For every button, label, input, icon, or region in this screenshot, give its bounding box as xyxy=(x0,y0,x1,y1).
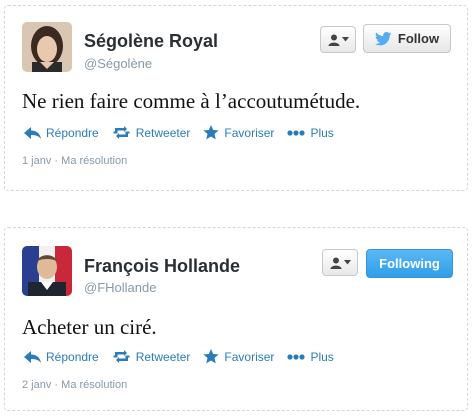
tweet-card: François Hollande @FHollande Following A… xyxy=(4,227,468,411)
meta-separator: · xyxy=(54,379,59,391)
more-dots-icon xyxy=(287,129,306,136)
display-name[interactable]: Ségolène Royal xyxy=(84,31,218,52)
following-button[interactable]: Following xyxy=(366,249,453,278)
favorite-label: Favoriser xyxy=(224,125,275,140)
tweet-meta: 1 janv · Ma résolution xyxy=(22,155,127,167)
reply-icon xyxy=(24,350,41,363)
tweet-date[interactable]: 2 janv xyxy=(22,379,51,391)
meta-separator: · xyxy=(54,155,59,167)
tweet-actions: Répondre Retweeter Favoriser Plus xyxy=(24,125,347,140)
tweet-source: Ma résolution xyxy=(61,155,128,167)
more-label: Plus xyxy=(310,349,334,364)
user-handle[interactable]: @FHollande xyxy=(84,280,156,295)
tweet-date[interactable]: 1 janv xyxy=(22,155,51,167)
display-name[interactable]: François Hollande xyxy=(84,256,240,277)
favorite-star-icon xyxy=(203,349,220,364)
more-label: Plus xyxy=(310,125,334,140)
favorite-star-icon xyxy=(203,125,220,140)
reply-label: Répondre xyxy=(46,125,99,140)
favorite-label: Favoriser xyxy=(224,349,275,364)
user-actions-button[interactable] xyxy=(322,249,358,276)
retweet-label: Retweeter xyxy=(135,125,191,140)
reply-icon xyxy=(24,126,41,139)
more-dots-icon xyxy=(287,353,306,360)
user-handle[interactable]: @Ségolène xyxy=(84,56,152,71)
avatar[interactable] xyxy=(22,22,72,72)
user-actions-button[interactable] xyxy=(320,26,356,53)
tweet-source: Ma résolution xyxy=(61,379,128,391)
retweet-icon xyxy=(113,126,130,139)
retweet-icon xyxy=(113,350,130,363)
tweet-card: Ségolène Royal @Ségolène Follow Ne rien … xyxy=(4,5,468,191)
follow-button[interactable]: Follow xyxy=(363,24,451,53)
retweet-label: Retweeter xyxy=(135,349,191,364)
reply-action[interactable]: Répondre xyxy=(24,126,99,140)
twitter-bird-icon xyxy=(374,31,392,45)
following-label: Following xyxy=(379,256,440,271)
user-icon xyxy=(328,34,339,46)
reply-action[interactable]: Répondre xyxy=(24,350,99,364)
follow-label: Follow xyxy=(397,31,440,46)
caret-down-icon xyxy=(341,37,349,42)
avatar[interactable] xyxy=(22,246,72,296)
tweet-text: Ne rien faire comme à l’accoutumétude. xyxy=(22,89,361,113)
more-action[interactable]: Plus xyxy=(287,125,334,140)
retweet-action[interactable]: Retweeter xyxy=(112,125,191,140)
retweet-action[interactable]: Retweeter xyxy=(112,349,191,364)
tweet-meta: 2 janv · Ma résolution xyxy=(22,379,127,391)
reply-label: Répondre xyxy=(46,349,99,364)
tweet-text: Acheter un ciré. xyxy=(22,315,157,339)
favorite-action[interactable]: Favoriser xyxy=(203,349,274,364)
caret-down-icon xyxy=(343,260,351,265)
favorite-action[interactable]: Favoriser xyxy=(203,125,274,140)
tweet-actions: Répondre Retweeter Favoriser Plus xyxy=(24,349,347,364)
more-action[interactable]: Plus xyxy=(287,349,334,364)
user-icon xyxy=(330,257,341,269)
